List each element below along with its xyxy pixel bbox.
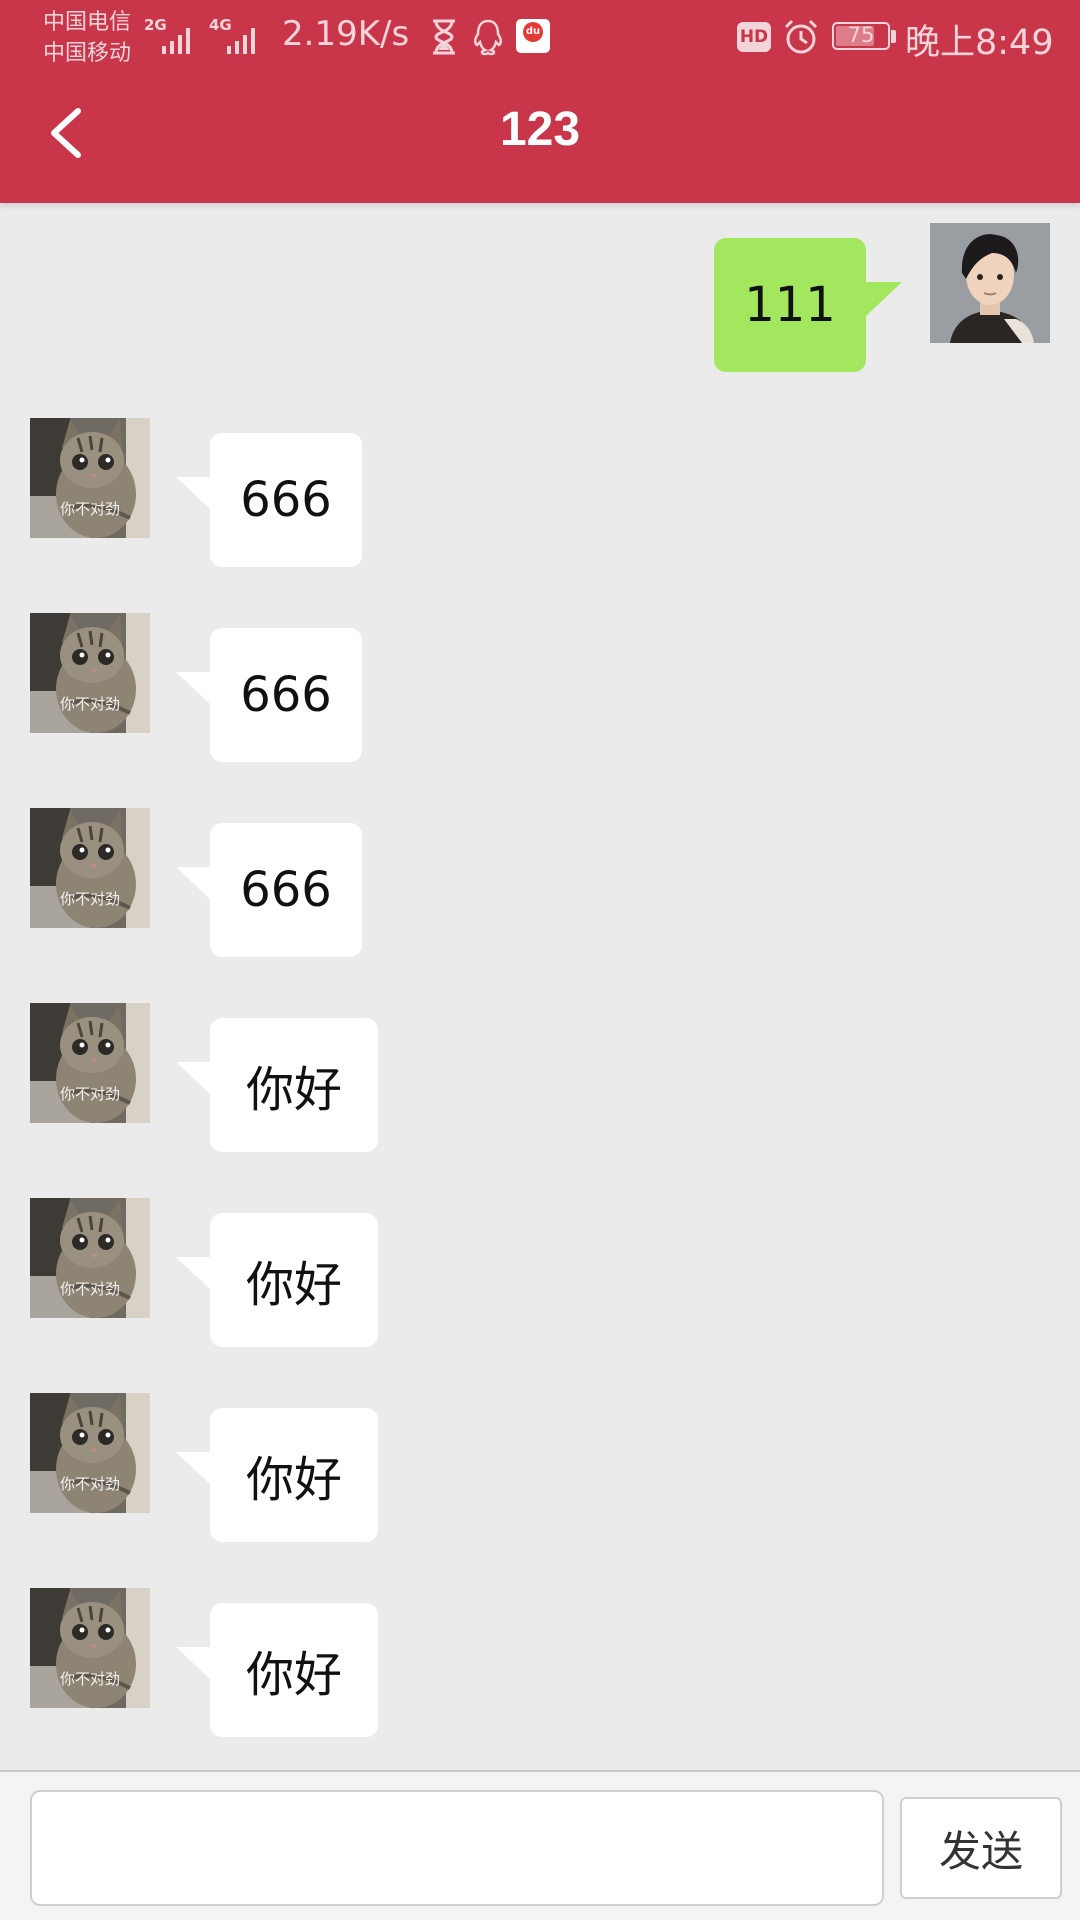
avatar-caption: 你不对劲 [60, 890, 120, 908]
message-text: 666 [240, 472, 332, 528]
received-message-bubble[interactable]: 666 [176, 433, 362, 567]
carrier-labels: 中国电信 中国移动 [43, 7, 131, 69]
cat-avatar[interactable]: 你不对劲 [30, 1003, 150, 1123]
user-avatar[interactable] [930, 223, 1050, 343]
status-time: 晚上8:49 [905, 23, 1054, 63]
received-message-bubble[interactable]: 666 [176, 823, 362, 957]
cat-avatar[interactable]: 你不对劲 [30, 1198, 150, 1318]
avatar-caption: 你不对劲 [60, 1085, 120, 1103]
message-text: 你好 [245, 1647, 342, 1703]
message-list[interactable]: 111 你不对劲 666 你不对劲 666 你不对劲 666 你不对劲 你好 你不对劲 你好 你不对劲… [0, 203, 1080, 1770]
title-bar: 123 [0, 78, 1080, 203]
received-message-bubble[interactable]: 你好 [176, 1018, 378, 1152]
signal-2-icon: 4G [209, 16, 265, 54]
carrier-1-label: 中国电信 [43, 10, 132, 35]
net-speed: 2.19K/s [282, 14, 410, 54]
message-text: 你好 [245, 1257, 342, 1313]
qq-icon [473, 19, 503, 56]
message-text: 666 [240, 862, 332, 918]
message-text: 111 [744, 277, 836, 333]
input-bar: 发送 [0, 1770, 1080, 1920]
battery-icon: 75 [832, 22, 890, 50]
cat-avatar[interactable]: 你不对劲 [30, 418, 150, 538]
alarm-icon [784, 19, 818, 54]
message-input[interactable] [30, 1790, 884, 1906]
avatar-caption: 你不对劲 [60, 695, 120, 713]
received-message-bubble[interactable]: 666 [176, 628, 362, 762]
baidu-map-icon [516, 19, 550, 53]
cat-avatar[interactable]: 你不对劲 [30, 1393, 150, 1513]
carrier-2-label: 中国移动 [43, 41, 132, 66]
page-title: 123 [499, 103, 581, 156]
chat-screen: 中国电信 中国移动 2G 4G 2.19K/s du HD 75 晚上8:49 … [0, 0, 1080, 1920]
message-text: 666 [240, 667, 332, 723]
hd-badge: HD [737, 22, 771, 52]
message-text: 你好 [245, 1062, 342, 1118]
signal-1-icon: 2G [144, 16, 194, 54]
avatar-caption: 你不对劲 [60, 500, 120, 518]
cat-avatar[interactable]: 你不对劲 [30, 613, 150, 733]
status-bar: 中国电信 中国移动 2G 4G 2.19K/s du HD 75 晚上8:49 [0, 0, 1080, 78]
app-header: 中国电信 中国移动 2G 4G 2.19K/s du HD 75 晚上8:49 … [0, 0, 1080, 203]
cat-avatar[interactable]: 你不对劲 [30, 808, 150, 928]
message-text: 你好 [245, 1452, 342, 1508]
send-button[interactable]: 发送 [900, 1797, 1062, 1899]
avatar-caption: 你不对劲 [60, 1280, 120, 1298]
received-message-bubble[interactable]: 你好 [176, 1603, 378, 1737]
received-message-bubble[interactable]: 你好 [176, 1213, 378, 1347]
battery-level: 75 [847, 23, 875, 47]
cat-avatar[interactable]: 你不对劲 [30, 1588, 150, 1708]
hourglass-icon [433, 19, 455, 55]
received-message-bubble[interactable]: 你好 [176, 1408, 378, 1542]
sent-message-bubble[interactable]: 111 [714, 238, 902, 372]
avatar-caption: 你不对劲 [60, 1475, 120, 1493]
avatar-caption: 你不对劲 [60, 1670, 120, 1688]
